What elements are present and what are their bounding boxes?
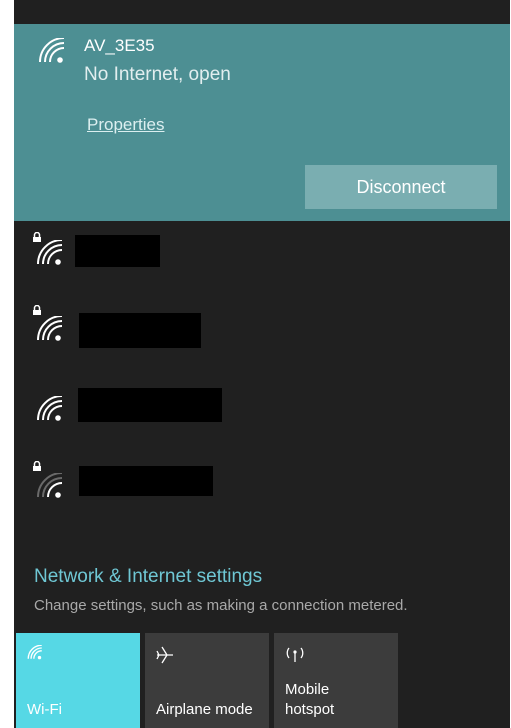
airplane-mode-tile[interactable]: Airplane mode <box>145 633 269 728</box>
redacted-network-name <box>79 313 201 348</box>
hotspot-tile-label: Mobile hotspot <box>285 680 334 720</box>
network-list-item[interactable] <box>14 461 510 521</box>
airplane-tile-label: Airplane mode <box>156 701 253 718</box>
hotspot-label-line2: hotspot <box>285 701 335 718</box>
mobile-hotspot-tile[interactable]: Mobile hotspot <box>274 633 398 728</box>
airplane-icon <box>156 646 173 664</box>
network-flyout: AV_3E35 No Internet, open Properties Dis… <box>14 0 510 728</box>
hotspot-label-line1: Mobile <box>285 681 330 698</box>
redacted-network-name <box>75 235 160 267</box>
wifi-icon <box>27 645 42 660</box>
network-list-item[interactable] <box>14 386 510 446</box>
network-list-item[interactable] <box>14 305 510 365</box>
connected-network-panel[interactable]: AV_3E35 No Internet, open Properties Dis… <box>14 24 510 221</box>
lock-icon <box>33 461 41 471</box>
network-list-item[interactable] <box>14 228 510 288</box>
connection-status: No Internet, open <box>84 64 231 85</box>
connected-ssid: AV_3E35 <box>84 36 155 55</box>
wifi-secured-weak-icon <box>37 473 63 498</box>
network-settings-description: Change settings, such as making a connec… <box>34 597 408 614</box>
wifi-tile-label: Wi-Fi <box>27 701 62 718</box>
wifi-open-icon <box>37 396 63 421</box>
wifi-secured-icon <box>37 316 63 341</box>
wifi-toggle-tile[interactable]: Wi-Fi <box>16 633 140 728</box>
network-settings-link[interactable]: Network & Internet settings <box>34 566 262 588</box>
wifi-full-icon <box>39 38 65 63</box>
redacted-network-name <box>79 466 213 496</box>
redacted-network-name <box>78 388 222 422</box>
lock-icon <box>33 305 41 315</box>
hotspot-icon <box>286 647 304 662</box>
disconnect-button[interactable]: Disconnect <box>305 165 497 209</box>
wifi-secured-icon <box>37 240 63 265</box>
flyout-top-strip <box>14 0 510 24</box>
properties-link[interactable]: Properties <box>87 115 164 135</box>
